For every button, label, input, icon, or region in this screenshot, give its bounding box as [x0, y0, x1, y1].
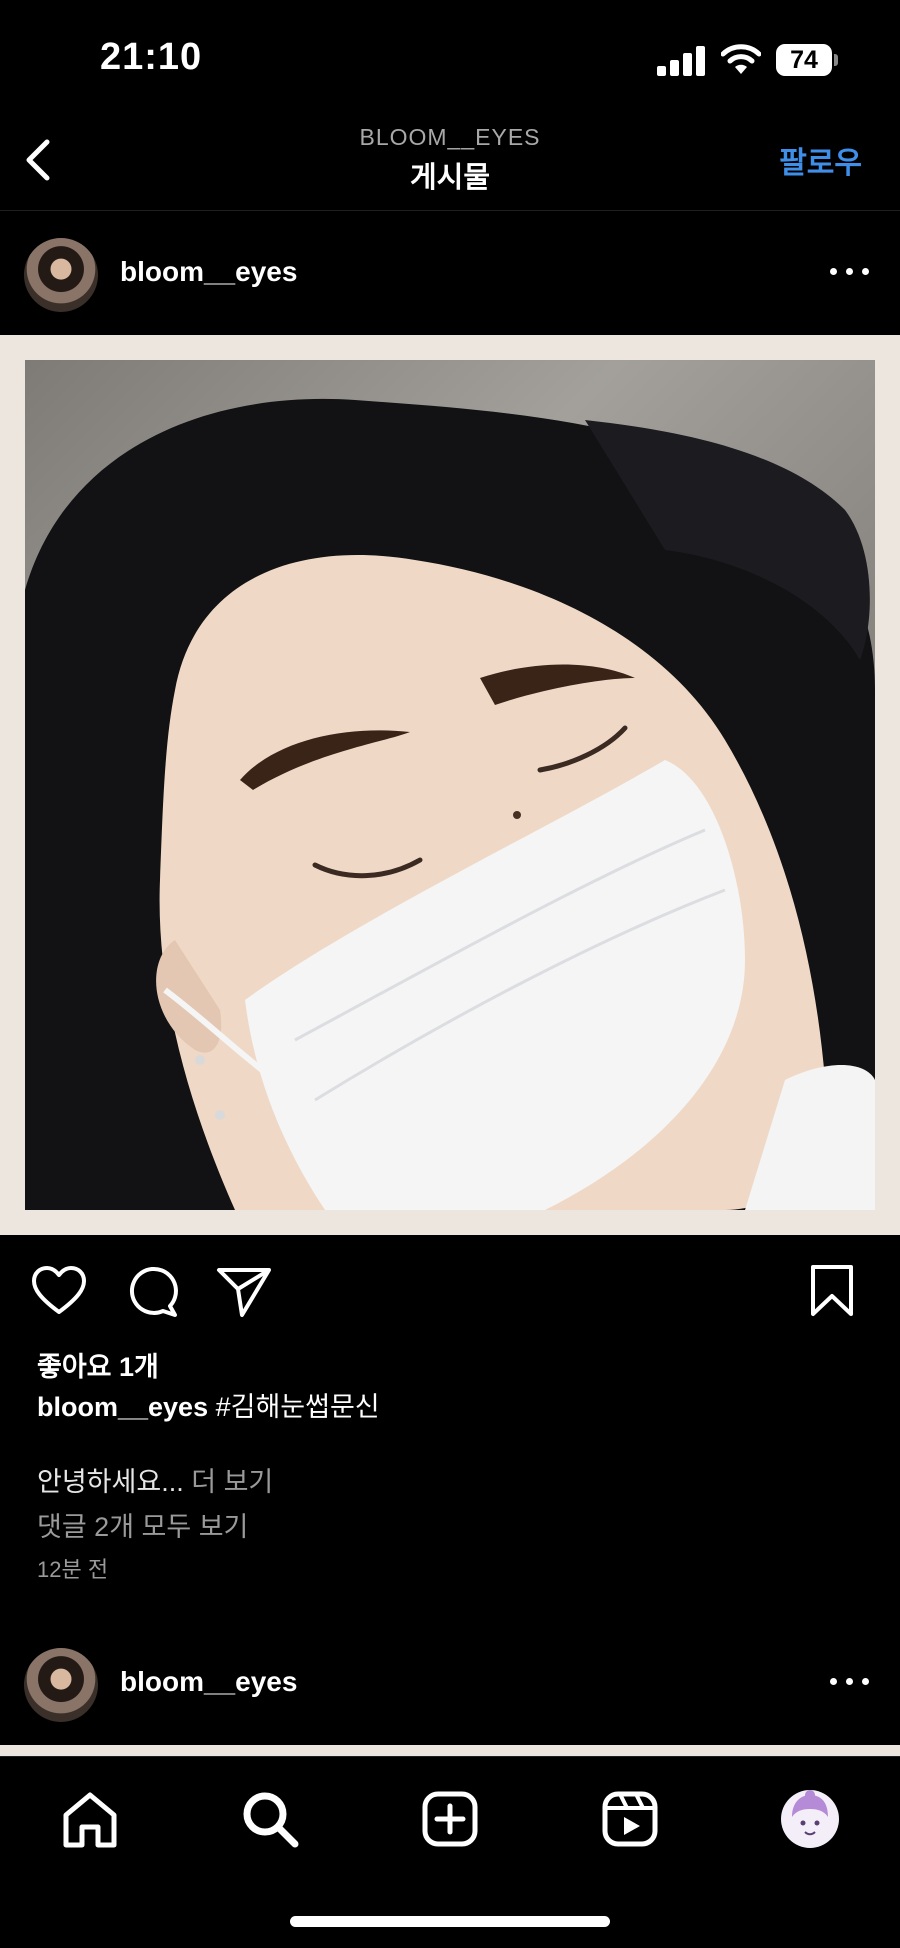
more-link[interactable]: 더 보기	[191, 1467, 273, 1497]
battery-indicator: 74	[776, 44, 832, 76]
bookmark-icon[interactable]	[803, 1262, 861, 1320]
follow-button[interactable]: 팔로우	[779, 138, 862, 182]
post-image-illustration	[25, 398, 875, 1210]
caption-hashtag[interactable]: #김해눈썹문신	[208, 1392, 380, 1422]
profile-avatar-icon[interactable]	[778, 1787, 842, 1851]
likes-count[interactable]: 좋아요 1개	[37, 1345, 159, 1384]
plus-square-icon[interactable]	[418, 1787, 482, 1851]
home-icon[interactable]	[58, 1787, 122, 1851]
post-username[interactable]: bloom__eyes	[120, 256, 297, 288]
send-icon[interactable]	[215, 1262, 273, 1320]
caption-preview: 안녕하세요...	[37, 1467, 184, 1497]
more-horizontal-icon[interactable]	[826, 1660, 874, 1700]
post-timestamp: 12분 전	[37, 1557, 109, 1582]
home-indicator	[290, 1916, 610, 1927]
wifi-icon	[721, 44, 761, 74]
heart-icon[interactable]	[30, 1262, 88, 1320]
next-post-image-edge	[0, 1745, 900, 1756]
post-image[interactable]	[25, 360, 875, 1210]
header-username: BLOOM__EYES	[359, 124, 541, 150]
reels-icon[interactable]	[598, 1787, 662, 1851]
post-actions	[0, 1262, 900, 1322]
caption-preview-row: 안녕하세요... 더 보기	[37, 1460, 273, 1499]
battery-tip	[834, 54, 838, 66]
comment-icon[interactable]	[123, 1262, 181, 1320]
caption: bloom__eyes #김해눈썹문신	[37, 1385, 380, 1424]
cellular-signal-icon	[657, 46, 705, 76]
post-header-bar: BLOOM__EYES 게시물 팔로우	[0, 110, 900, 211]
next-post-author-row: bloom__eyes	[0, 1630, 900, 1730]
status-bar: 21:10 74	[0, 0, 900, 110]
post-author-row: bloom__eyes	[0, 220, 900, 320]
avatar[interactable]	[24, 1648, 98, 1722]
status-time: 21:10	[100, 36, 203, 78]
avatar[interactable]	[24, 238, 98, 312]
post-username[interactable]: bloom__eyes	[120, 1666, 297, 1698]
caption-username[interactable]: bloom__eyes	[37, 1392, 208, 1422]
view-comments-link[interactable]: 댓글 2개 모두 보기	[37, 1505, 248, 1544]
page-title: 게시물	[409, 162, 491, 194]
post-image-frame	[0, 335, 900, 1235]
search-icon[interactable]	[238, 1787, 302, 1851]
more-horizontal-icon[interactable]	[826, 250, 874, 290]
